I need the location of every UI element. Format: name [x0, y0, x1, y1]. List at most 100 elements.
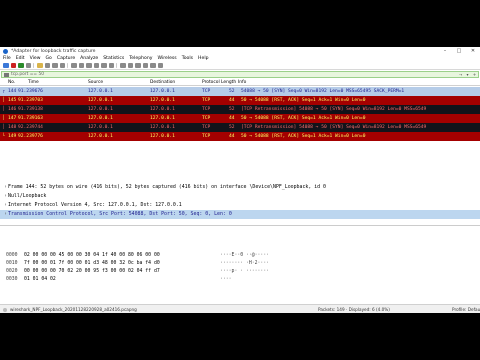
menu-go[interactable]: Go — [46, 56, 52, 61]
packet-protocol: TCP — [202, 125, 211, 130]
packet-row[interactable]: │ 145 91.239703 127.0.0.1 127.0.0.1 TCP … — [0, 96, 480, 105]
packet-source: 127.0.0.1 — [88, 98, 113, 103]
packet-row[interactable]: │ 147 91.739163 127.0.0.1 127.0.0.1 TCP … — [0, 114, 480, 123]
packet-length: 44 — [229, 134, 235, 139]
menu-help[interactable]: Help — [198, 56, 208, 61]
toolbar-separator — [116, 62, 117, 69]
profile-selector[interactable]: Profile: Default — [452, 305, 480, 313]
status-bar: wireshark_NPF_Loopback_20201128220928_a0… — [0, 304, 480, 313]
minimize-button[interactable]: – — [438, 47, 452, 55]
menu-statistics[interactable]: Statistics — [103, 56, 124, 61]
pane-divider[interactable] — [0, 225, 480, 226]
column-header-length[interactable]: Length — [221, 80, 236, 85]
packet-protocol: TCP — [202, 134, 211, 139]
capture-options-icon[interactable] — [25, 62, 31, 69]
column-header-time[interactable]: Time — [28, 80, 39, 85]
packet-time: 91.239676 — [18, 89, 43, 94]
packet-destination: 127.0.0.1 — [150, 89, 175, 94]
packet-row[interactable]: │ 148 92.239744 127.0.0.1 127.0.0.1 TCP … — [0, 123, 480, 132]
column-header-info[interactable]: Info — [238, 80, 246, 85]
hex-bytes: 01 01 04 02 — [24, 277, 56, 282]
detail-row-ip[interactable]: ›Internet Protocol Version 4, Src: 127.0… — [0, 201, 480, 210]
go-back-icon[interactable] — [78, 62, 84, 69]
colorize-icon[interactable] — [120, 62, 126, 69]
packet-length: 52 — [229, 89, 235, 94]
packet-length: 44 — [229, 116, 235, 121]
packet-source: 127.0.0.1 — [88, 125, 113, 130]
hex-row[interactable]: 0030 01 01 04 02 ···· — [6, 276, 232, 284]
packet-time: 91.739138 — [18, 107, 43, 112]
hex-offset: 0020 — [6, 269, 18, 274]
packet-destination: 127.0.0.1 — [150, 116, 175, 121]
apply-filter-button[interactable]: → — [457, 72, 464, 77]
hex-ascii: ···· — [220, 277, 232, 282]
close-file-icon[interactable] — [52, 62, 58, 69]
packet-info: [TCP Retransmission] 54088 → 50 [SYN] Se… — [241, 125, 427, 130]
start-capture-icon[interactable] — [3, 62, 9, 69]
column-header-no[interactable]: No. — [8, 80, 15, 85]
packet-row[interactable]: ┌ 144 91.239676 127.0.0.1 127.0.0.1 TCP … — [0, 87, 480, 96]
zoom-out-icon[interactable] — [142, 62, 148, 69]
detail-row-frame[interactable]: ›Frame 144: 52 bytes on wire (416 bits),… — [0, 183, 480, 192]
restart-capture-icon[interactable] — [18, 62, 24, 69]
normal-size-icon[interactable] — [150, 62, 156, 69]
close-button[interactable]: ✕ — [466, 47, 480, 55]
display-filter-bar[interactable]: tcp.port == 50 → ▾ + — [1, 71, 479, 78]
letterbox-top — [0, 0, 480, 47]
hex-ascii: ········ ·H·2···· — [220, 261, 270, 266]
detail-text: Null/Loopback — [8, 193, 47, 199]
expert-info-icon[interactable] — [3, 307, 7, 312]
autoscroll-icon[interactable] — [127, 62, 133, 69]
packet-row[interactable]: │ 146 91.739138 127.0.0.1 127.0.0.1 TCP … — [0, 105, 480, 114]
hex-row[interactable]: 0010 7f 00 00 01 7f 00 00 01 d3 48 00 32 … — [6, 260, 269, 268]
save-file-icon[interactable] — [44, 62, 50, 69]
menu-capture[interactable]: Capture — [57, 56, 75, 61]
display-filter-input[interactable]: tcp.port == 50 — [11, 72, 457, 77]
find-packet-icon[interactable] — [71, 62, 77, 69]
hex-bytes: 02 00 00 00 45 00 00 30 04 1f 40 00 80 0… — [24, 253, 160, 258]
menu-view[interactable]: View — [30, 56, 41, 61]
menu-edit[interactable]: Edit — [16, 56, 25, 61]
hex-ascii: ····E··0 ··@····· — [220, 253, 270, 258]
detail-text: Transmission Control Protocol, Src Port:… — [8, 211, 232, 217]
packet-no: 144 — [8, 89, 17, 94]
detail-row-tcp[interactable]: ›Transmission Control Protocol, Src Port… — [0, 210, 480, 219]
hex-row[interactable]: 0020 00 00 00 00 70 02 20 00 95 f3 00 00 … — [6, 268, 269, 276]
detail-text: Frame 144: 52 bytes on wire (416 bits), … — [8, 184, 326, 190]
last-packet-icon[interactable] — [108, 62, 114, 69]
bookmark-icon[interactable] — [4, 72, 9, 77]
column-header-protocol[interactable]: Protocol — [202, 80, 220, 85]
menu-bar: File Edit View Go Capture Analyze Statis… — [0, 55, 480, 62]
stop-capture-icon[interactable] — [10, 62, 16, 69]
maximize-button[interactable]: □ — [452, 47, 466, 55]
menu-telephony[interactable]: Telephony — [129, 56, 152, 61]
column-header-destination[interactable]: Destination — [150, 80, 175, 85]
resize-columns-icon[interactable] — [157, 62, 163, 69]
conversation-arrow: │ — [2, 125, 5, 130]
packet-row[interactable]: └ 149 92.239776 127.0.0.1 127.0.0.1 TCP … — [0, 132, 480, 141]
add-filter-button[interactable]: + — [471, 72, 478, 77]
packet-length: 52 — [229, 125, 235, 130]
first-packet-icon[interactable] — [101, 62, 107, 69]
wireshark-logo-icon — [3, 48, 8, 54]
menu-analyze[interactable]: Analyze — [80, 56, 98, 61]
packet-source: 127.0.0.1 — [88, 107, 113, 112]
open-file-icon[interactable] — [37, 62, 43, 69]
packet-protocol: TCP — [202, 98, 211, 103]
conversation-arrow: │ — [2, 98, 5, 103]
filter-history-button[interactable]: ▾ — [464, 72, 471, 77]
column-header-source[interactable]: Source — [88, 80, 103, 85]
capture-file-name[interactable]: wireshark_NPF_Loopback_20201128220928_a0… — [10, 305, 137, 313]
menu-tools[interactable]: Tools — [182, 56, 193, 61]
go-to-packet-icon[interactable] — [93, 62, 99, 69]
menu-file[interactable]: File — [3, 56, 11, 61]
detail-row-loopback[interactable]: ›Null/Loopback — [0, 192, 480, 201]
menu-wireless[interactable]: Wireless — [157, 56, 176, 61]
hex-row[interactable]: 0000 02 00 00 00 45 00 00 30 04 1f 40 00 … — [6, 252, 269, 260]
reload-icon[interactable] — [59, 62, 65, 69]
packet-length: 44 — [229, 98, 235, 103]
go-forward-icon[interactable] — [86, 62, 92, 69]
zoom-in-icon[interactable] — [135, 62, 141, 69]
conversation-arrow: └ — [2, 134, 5, 139]
hex-offset: 0000 — [6, 253, 18, 258]
